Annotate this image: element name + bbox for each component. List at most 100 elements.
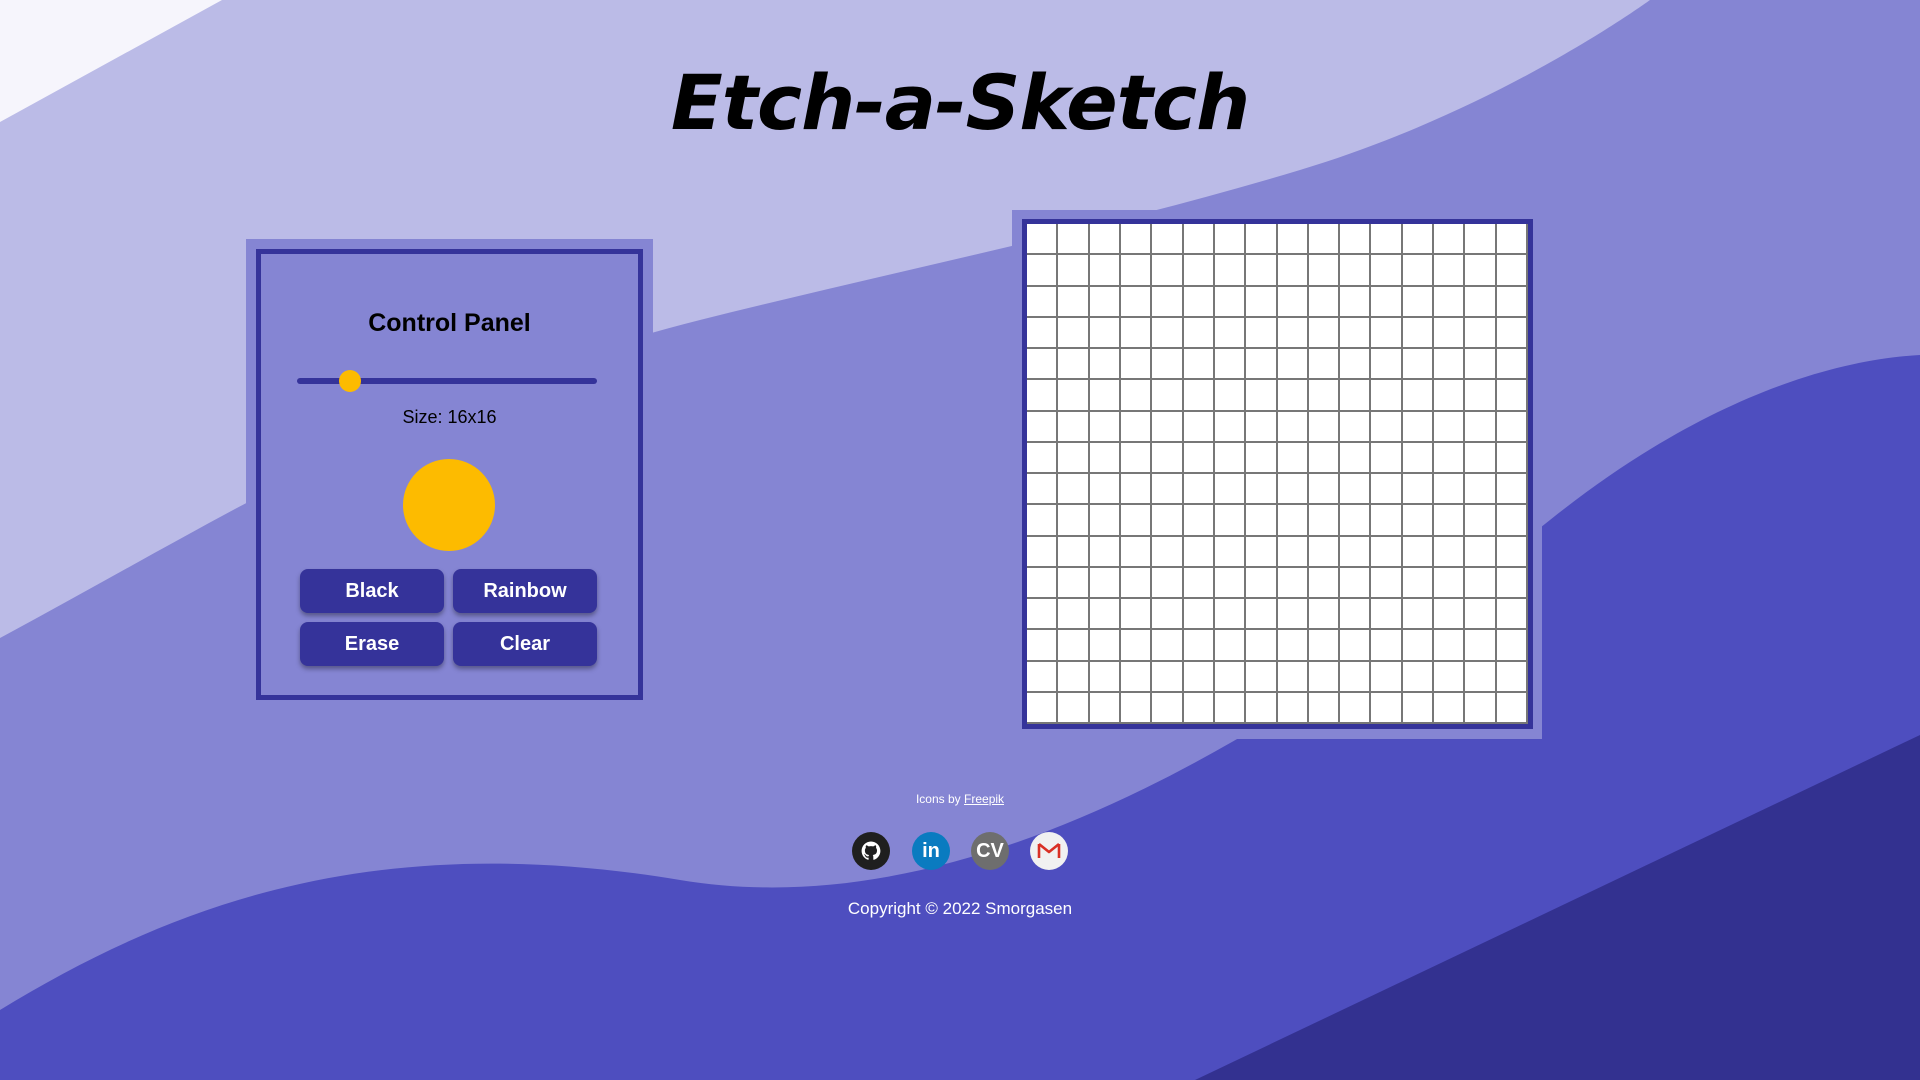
grid-cell[interactable]	[1340, 567, 1372, 599]
grid-cell[interactable]	[1496, 380, 1528, 412]
grid-cell[interactable]	[1183, 442, 1215, 474]
grid-cell[interactable]	[1120, 224, 1153, 256]
grid-cell[interactable]	[1183, 286, 1215, 318]
grid-cell[interactable]	[1465, 224, 1497, 256]
grid-cell[interactable]	[1340, 536, 1372, 568]
grid-cell[interactable]	[1246, 474, 1278, 506]
grid-cell[interactable]	[1402, 442, 1435, 474]
grid-cell[interactable]	[1183, 380, 1215, 412]
grid-cell[interactable]	[1183, 224, 1215, 256]
grid-cell[interactable]	[1277, 255, 1309, 287]
grid-cell[interactable]	[1371, 692, 1403, 724]
grid-cell[interactable]	[1183, 317, 1215, 349]
grid-cell[interactable]	[1120, 692, 1153, 724]
grid-cell[interactable]	[1214, 286, 1247, 318]
grid-cell[interactable]	[1402, 255, 1435, 287]
grid-cell[interactable]	[1402, 349, 1435, 381]
grid-cell[interactable]	[1214, 661, 1247, 693]
grid-cell[interactable]	[1246, 692, 1278, 724]
grid-cell[interactable]	[1058, 411, 1090, 443]
clear-button[interactable]: Clear	[453, 622, 597, 666]
grid-cell[interactable]	[1308, 349, 1341, 381]
grid-cell[interactable]	[1183, 692, 1215, 724]
grid-cell[interactable]	[1027, 474, 1059, 506]
grid-cell[interactable]	[1434, 286, 1466, 318]
grid-cell[interactable]	[1496, 567, 1528, 599]
grid-cell[interactable]	[1089, 349, 1121, 381]
grid-cell[interactable]	[1152, 599, 1184, 631]
grid-cell[interactable]	[1089, 567, 1121, 599]
grid-cell[interactable]	[1402, 474, 1435, 506]
grid-cell[interactable]	[1089, 317, 1121, 349]
grid-cell[interactable]	[1277, 411, 1309, 443]
grid-cell[interactable]	[1214, 692, 1247, 724]
grid-cell[interactable]	[1308, 505, 1341, 537]
grid-cell[interactable]	[1152, 567, 1184, 599]
grid-cell[interactable]	[1277, 224, 1309, 256]
grid-cell[interactable]	[1058, 224, 1090, 256]
grid-cell[interactable]	[1120, 567, 1153, 599]
grid-cell[interactable]	[1434, 255, 1466, 287]
grid-cell[interactable]	[1027, 536, 1059, 568]
grid-cell[interactable]	[1434, 317, 1466, 349]
freepik-link[interactable]: Freepik	[964, 792, 1004, 806]
grid-cell[interactable]	[1277, 349, 1309, 381]
grid-cell[interactable]	[1434, 661, 1466, 693]
grid-cell[interactable]	[1027, 567, 1059, 599]
grid-cell[interactable]	[1277, 630, 1309, 662]
grid-cell[interactable]	[1402, 692, 1435, 724]
grid-cell[interactable]	[1214, 505, 1247, 537]
grid-cell[interactable]	[1152, 224, 1184, 256]
grid-cell[interactable]	[1277, 286, 1309, 318]
grid-cell[interactable]	[1434, 411, 1466, 443]
grid-cell[interactable]	[1496, 255, 1528, 287]
grid-cell[interactable]	[1371, 599, 1403, 631]
grid-cell[interactable]	[1120, 599, 1153, 631]
grid-cell[interactable]	[1371, 442, 1403, 474]
grid-cell[interactable]	[1496, 692, 1528, 724]
grid-cell[interactable]	[1246, 567, 1278, 599]
grid-cell[interactable]	[1277, 692, 1309, 724]
grid-cell[interactable]	[1120, 349, 1153, 381]
grid-cell[interactable]	[1152, 286, 1184, 318]
grid-cell[interactable]	[1277, 661, 1309, 693]
grid-cell[interactable]	[1496, 317, 1528, 349]
grid-cell[interactable]	[1152, 661, 1184, 693]
grid-cell[interactable]	[1214, 317, 1247, 349]
grid-cell[interactable]	[1402, 630, 1435, 662]
grid-cell[interactable]	[1465, 505, 1497, 537]
grid-cell[interactable]	[1246, 411, 1278, 443]
grid-cell[interactable]	[1058, 567, 1090, 599]
grid-cell[interactable]	[1496, 224, 1528, 256]
grid-cell[interactable]	[1402, 286, 1435, 318]
grid-cell[interactable]	[1434, 599, 1466, 631]
grid-cell[interactable]	[1402, 536, 1435, 568]
grid-cell[interactable]	[1371, 536, 1403, 568]
grid-cell[interactable]	[1058, 442, 1090, 474]
grid-cell[interactable]	[1027, 255, 1059, 287]
grid-cell[interactable]	[1371, 255, 1403, 287]
grid-cell[interactable]	[1027, 630, 1059, 662]
grid-cell[interactable]	[1308, 692, 1341, 724]
grid-cell[interactable]	[1371, 411, 1403, 443]
grid-size-slider[interactable]	[297, 370, 597, 392]
grid-cell[interactable]	[1089, 224, 1121, 256]
grid-cell[interactable]	[1089, 286, 1121, 318]
grid-cell[interactable]	[1434, 442, 1466, 474]
grid-cell[interactable]	[1465, 599, 1497, 631]
grid-cell[interactable]	[1152, 255, 1184, 287]
grid-cell[interactable]	[1371, 317, 1403, 349]
grid-cell[interactable]	[1496, 505, 1528, 537]
grid-cell[interactable]	[1371, 567, 1403, 599]
grid-cell[interactable]	[1027, 286, 1059, 318]
grid-cell[interactable]	[1246, 599, 1278, 631]
grid-cell[interactable]	[1183, 567, 1215, 599]
grid-cell[interactable]	[1340, 255, 1372, 287]
grid-cell[interactable]	[1214, 380, 1247, 412]
sketch-grid[interactable]	[1022, 219, 1533, 729]
grid-cell[interactable]	[1089, 505, 1121, 537]
grid-cell[interactable]	[1434, 224, 1466, 256]
grid-cell[interactable]	[1402, 224, 1435, 256]
grid-cell[interactable]	[1214, 536, 1247, 568]
grid-cell[interactable]	[1214, 442, 1247, 474]
